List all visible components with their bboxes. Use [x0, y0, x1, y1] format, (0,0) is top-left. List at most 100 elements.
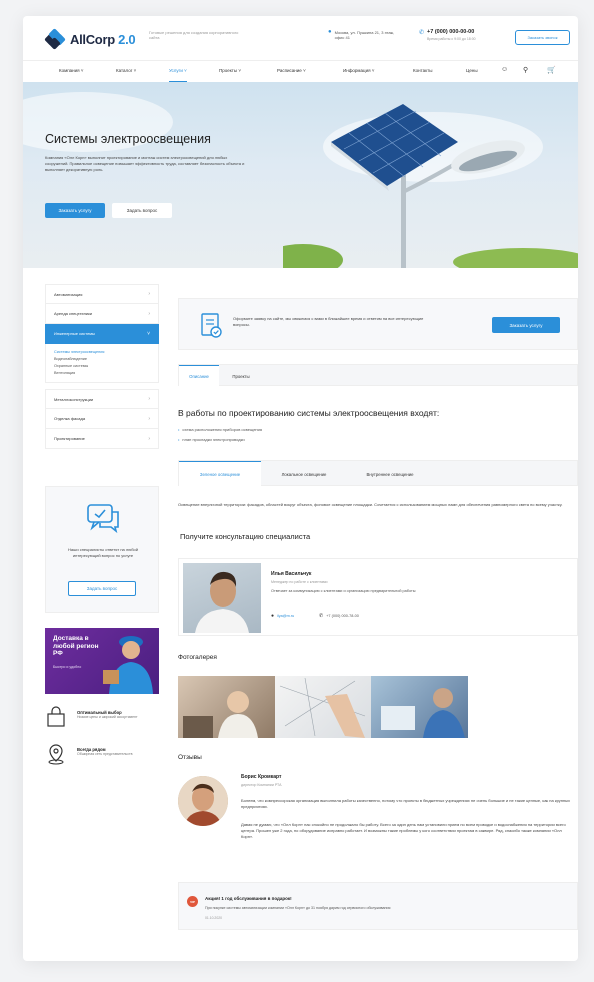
shopping-bag-icon: [47, 706, 65, 727]
specialist-description: Отвечает за коммуникацию с клиентами и о…: [271, 589, 416, 593]
specialist-role: Менеджер по работе с клиентами: [271, 580, 328, 584]
address-block: ● Москва, ул. Пушкина 21, 3 этаж, офис 4…: [328, 29, 403, 40]
nav-item-catalog[interactable]: Каталог ˅: [116, 68, 136, 73]
location-pin-icon: [48, 744, 64, 765]
chevron-right-icon: ›: [148, 415, 150, 422]
specialist-phone[interactable]: ✆ +7 (000) 000-78-00: [319, 613, 359, 619]
gallery-photo[interactable]: [274, 676, 372, 738]
nav-item-contacts[interactable]: Контакты: [413, 68, 432, 73]
tab-internal-lighting[interactable]: Внутреннее освещение: [347, 461, 433, 487]
content-tabs: Описание Проекты: [178, 364, 578, 387]
submenu-item-ventilation[interactable]: Вентиляция: [54, 370, 158, 377]
specialist-photo: [183, 563, 261, 633]
nav-item-services[interactable]: Услуги ˅: [169, 68, 187, 82]
phone-hours: Время работы с 9:00 до 18:00: [427, 37, 476, 41]
order-service-button[interactable]: Заказать услугу: [45, 203, 105, 218]
phone-icon: ✆: [419, 30, 425, 36]
sidebar-menu: Автоматизация › Аренда спецтехники › Инжен…: [45, 284, 159, 449]
submenu-item-video[interactable]: Видеонаблюдение: [54, 356, 158, 363]
mail-icon: ●: [271, 613, 275, 619]
news-title[interactable]: Акция! 1 год обслуживания в подарок!: [205, 896, 292, 901]
ask-question-box: Наши специалисты ответят на любой интере…: [45, 486, 159, 613]
sidebar-submenu: Системы электроосвещения Видеонаблюдение…: [45, 344, 159, 383]
cart-icon[interactable]: 🛒: [547, 66, 556, 74]
nav-item-prices[interactable]: Цены: [466, 68, 478, 73]
consult-heading: Получите консультацию специалиста: [180, 532, 311, 541]
user-icon[interactable]: ☺: [501, 66, 508, 73]
logo[interactable]: AllCorp 2.0: [44, 28, 136, 50]
sidebar-item-metal[interactable]: Металлоконструкции ›: [45, 389, 159, 409]
ask-text: Наши специалисты ответят на любой интере…: [68, 547, 138, 558]
sidebar-item-rent[interactable]: Аренда спецтехники ›: [45, 304, 159, 324]
tab-local-lighting[interactable]: Локальное освещение: [263, 461, 345, 487]
callback-button[interactable]: Заказать звонок: [515, 30, 570, 45]
vip-badge: VIP: [187, 896, 198, 907]
chevron-right-icon: ›: [148, 435, 150, 442]
gallery-photo[interactable]: [178, 676, 275, 738]
delivery-promo-banner[interactable]: Доставка в любой регион РФ Быстро и удоб…: [45, 628, 159, 694]
chevron-right-icon: ›: [148, 310, 150, 317]
promo-subtitle: Быстро и удобно: [53, 665, 82, 669]
order-box-button[interactable]: Заказать услугу: [492, 317, 560, 333]
order-text: Оформите заявку на сайте, мы свяжемся с …: [233, 316, 424, 327]
reviewer-name: Борис Кромкарт: [241, 774, 282, 780]
ask-question-button[interactable]: Задать вопрос: [112, 203, 172, 218]
chevron-right-icon: ›: [148, 291, 150, 297]
tab-projects[interactable]: Проекты: [221, 365, 261, 387]
promo-title: Доставка в любой регион РФ: [53, 635, 99, 657]
feature-optimal-choice: Оптимальный выбор Низкие цены и широкий …: [45, 706, 165, 728]
feature-text: Обширная сеть представительств: [77, 752, 133, 756]
chevron-down-icon: ˅: [147, 330, 150, 337]
order-box: Оформите заявку на сайте, мы свяжемся с …: [178, 298, 578, 350]
reviewer-role: директор Компании РТА: [241, 783, 282, 787]
nav-item-schedule[interactable]: Расписание ˅: [277, 68, 306, 73]
nav-item-projects[interactable]: Проекты ˅: [219, 68, 241, 73]
address-text: Москва, ул. Пушкина 21, 3 этаж, офис 41: [334, 30, 395, 40]
photo-gallery: [178, 676, 469, 738]
submenu-item-security[interactable]: Охранные системы: [54, 363, 158, 370]
document-check-icon: [201, 313, 222, 338]
gallery-heading: Фотогалерея: [178, 654, 217, 661]
news-date: 01.10.2020: [205, 916, 222, 920]
review-text: Давая не думаю, что «Олл Корп» нас споко…: [241, 822, 566, 839]
submenu-item-lighting[interactable]: Системы электроосвещения: [54, 349, 158, 356]
tab-green-lighting[interactable]: Зеленое освещение: [179, 461, 261, 487]
review-text: Болеем, что компрессорская организация в…: [241, 798, 571, 809]
main-nav: Компания ˅ Каталог ˅ Услуги ˅ Проекты ˅ …: [23, 60, 578, 82]
gallery-photo[interactable]: [371, 676, 469, 738]
sidebar-item-automation[interactable]: Автоматизация ›: [45, 284, 159, 304]
solar-streetlight-illustration: [283, 104, 578, 268]
feature-text: Низкие цены и широкий ассортимент: [77, 715, 138, 719]
news-text: При покупке системы автоматизации компан…: [205, 906, 391, 910]
chevron-right-icon: ›: [148, 396, 150, 402]
section-heading: В работы по проектированию системы элект…: [178, 408, 440, 418]
sidebar-item-engineering[interactable]: Инженерные системы ˅: [45, 324, 159, 344]
tab-description[interactable]: Описание: [179, 365, 219, 387]
phone-block[interactable]: ✆ +7 (000) 000-00-00 Время работы с 9:00…: [419, 29, 476, 41]
page-frame: AllCorp 2.0 Готовые решения для создания…: [23, 16, 578, 961]
hero-title: Системы электроосвещения: [45, 132, 211, 146]
feature-always-near: Всегда рядом Обширная сеть представитель…: [45, 743, 165, 765]
sidebar-ask-button[interactable]: Задать вопрос: [68, 581, 136, 596]
reviews-heading: Отзывы: [178, 754, 202, 761]
sidebar-item-design[interactable]: Проектирование ›: [45, 429, 159, 449]
location-pin-icon: ●: [328, 29, 332, 35]
slogan: Готовые решения для создания корпоративн…: [149, 30, 239, 40]
phone-icon: ✆: [319, 613, 324, 619]
specialist-name: Илья Васильчук: [271, 571, 312, 577]
nav-item-company[interactable]: Компания ˅: [59, 68, 83, 73]
hero-banner: Системы электроосвещения Компания «Олл К…: [23, 82, 578, 268]
specialist-card: Илья Васильчук Менеджер по работе с клие…: [178, 558, 578, 636]
sidebar-item-facade[interactable]: Отделка фасада ›: [45, 409, 159, 429]
header-top: AllCorp 2.0 Готовые решения для создания…: [23, 16, 578, 60]
reviewer-avatar: [178, 776, 228, 826]
phone-number[interactable]: +7 (000) 000-00-00: [427, 29, 476, 35]
nav-item-info[interactable]: Информация ˅: [343, 68, 374, 73]
specialist-email[interactable]: ● ilya@m.ru: [271, 613, 294, 619]
list-item: схема расположения приборов освещения: [178, 427, 262, 432]
courier-illustration: [103, 636, 153, 694]
chat-bubbles-icon: [87, 504, 119, 533]
hero-text: Компания «Олл Корп» выполнит проектирова…: [45, 155, 245, 172]
search-icon[interactable]: ⚲: [523, 66, 528, 74]
promo-news[interactable]: VIP Акция! 1 год обслуживания в подарок!…: [178, 882, 578, 930]
